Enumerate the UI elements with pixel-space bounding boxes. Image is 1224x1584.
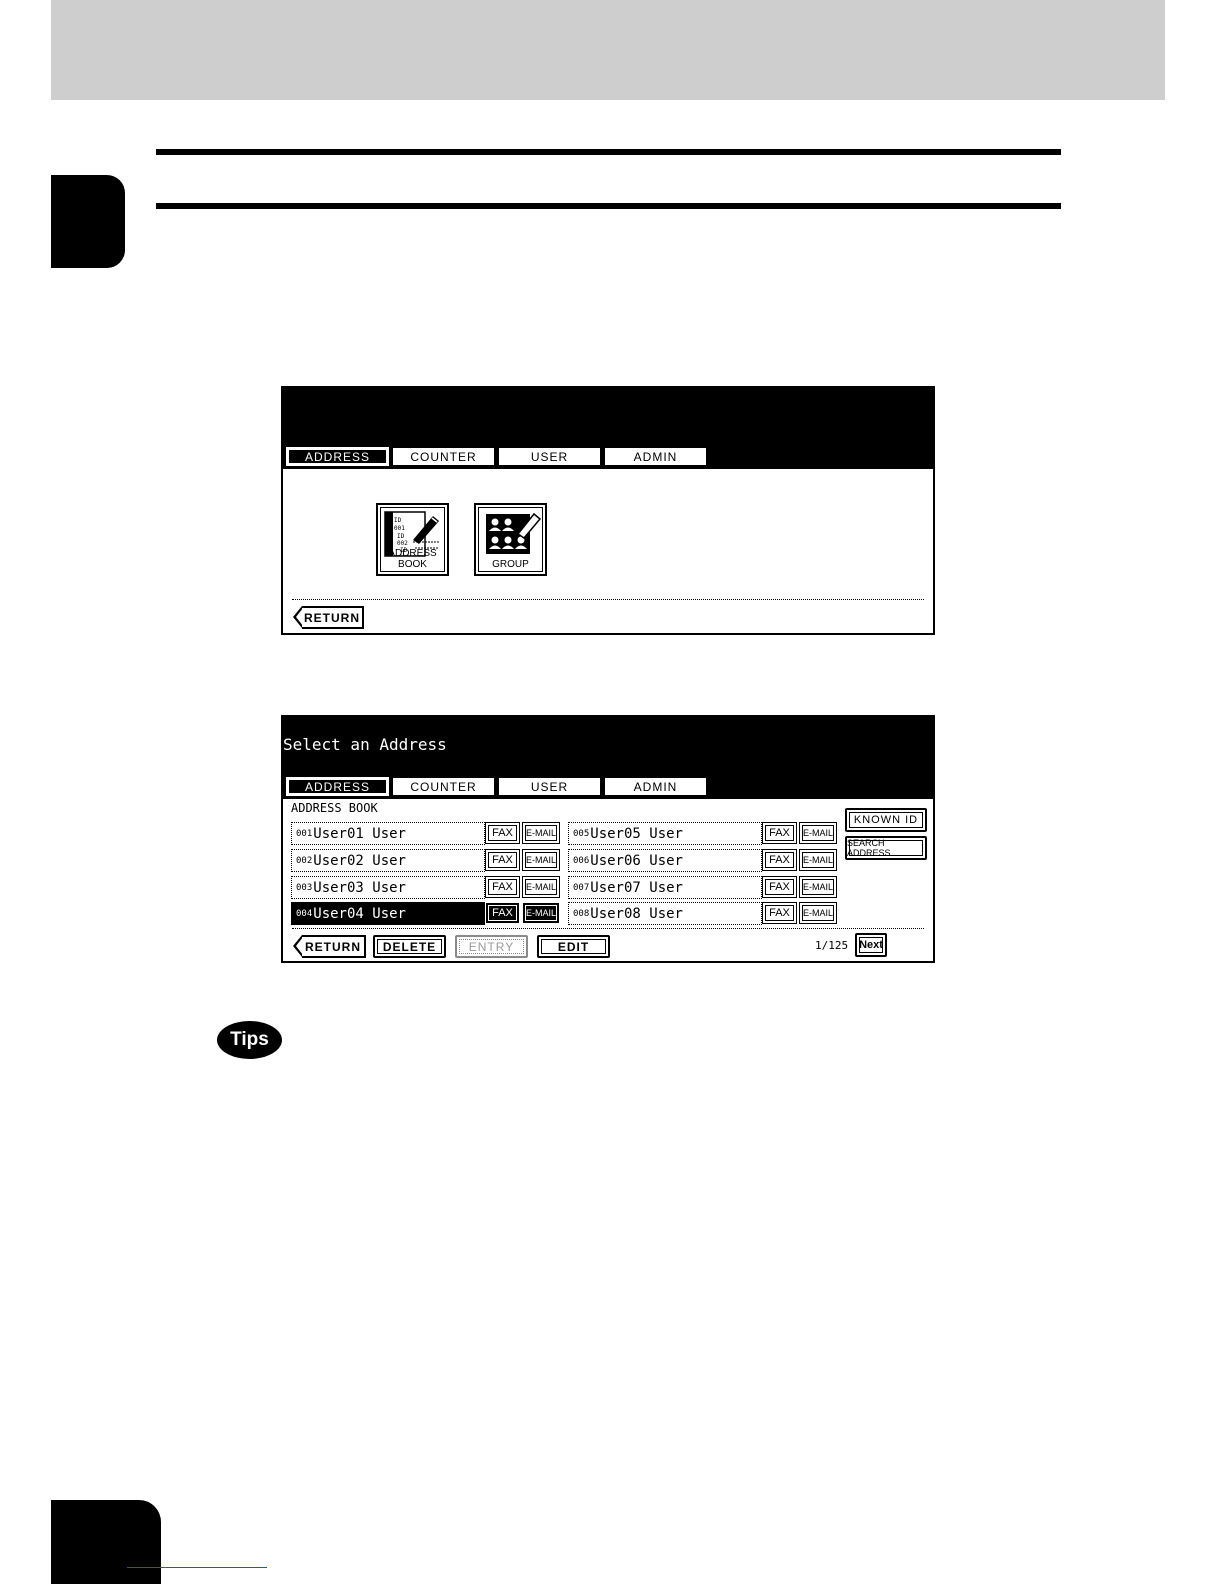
group-label: GROUP bbox=[492, 559, 529, 570]
next-label: Next bbox=[859, 939, 883, 951]
email-button[interactable]: E-MAIL bbox=[799, 902, 837, 924]
tab-counter[interactable]: COUNTER bbox=[392, 447, 495, 466]
address-book-label: ADDRESS BOOK bbox=[388, 548, 437, 570]
title-rule-top bbox=[156, 149, 1061, 155]
tab-bar: ADDRESS COUNTER USER ADMIN bbox=[286, 777, 707, 796]
search-address-button[interactable]: SEARCH ADDRESS bbox=[845, 836, 927, 860]
email-button[interactable]: E-MAIL bbox=[522, 849, 560, 871]
page-header-band bbox=[51, 0, 1165, 100]
touch-panel-address-list: Select an Address ADDRESS COUNTER USER A… bbox=[281, 715, 935, 963]
tab-bar: ADDRESS COUNTER USER ADMIN bbox=[286, 447, 707, 466]
entry-button[interactable]: ENTRY bbox=[455, 935, 528, 958]
page-indicator: 1/125 bbox=[815, 939, 849, 952]
svg-text:ID: ID bbox=[397, 533, 405, 540]
address-entry[interactable]: 008 User08 User bbox=[568, 902, 762, 925]
tab-admin[interactable]: ADMIN bbox=[604, 777, 707, 796]
fax-button[interactable]: FAX bbox=[485, 876, 520, 898]
panel-title: Select an Address bbox=[283, 735, 447, 754]
return-button[interactable]: RETURN bbox=[293, 935, 366, 958]
edit-button[interactable]: EDIT bbox=[537, 935, 610, 958]
address-entry[interactable]: 005 User05 User bbox=[568, 822, 762, 845]
fax-button[interactable]: FAX bbox=[762, 849, 797, 871]
return-label: RETURN bbox=[305, 939, 361, 954]
address-entry[interactable]: 001 User01 User bbox=[291, 822, 485, 845]
address-entry[interactable]: 003 User03 User bbox=[291, 876, 485, 899]
address-book-button[interactable]: ID 001 ID 002 ID ADDRESS BOOK bbox=[376, 503, 449, 576]
fax-button[interactable]: FAX bbox=[485, 822, 520, 844]
address-entry[interactable]: 007 User07 User bbox=[568, 876, 762, 899]
section-label: ADDRESS BOOK bbox=[291, 801, 378, 815]
address-entry-selected[interactable]: 004 User04 User bbox=[291, 902, 485, 925]
tab-address[interactable]: ADDRESS bbox=[286, 447, 389, 466]
touch-panel-menu: ADDRESS COUNTER USER ADMIN ID 001 ID 002… bbox=[281, 386, 935, 635]
email-button[interactable]: E-MAIL bbox=[799, 876, 837, 898]
panel-divider bbox=[292, 928, 924, 929]
fax-button-selected[interactable]: FAX bbox=[485, 902, 520, 924]
known-id-button[interactable]: KNOWN ID bbox=[845, 808, 927, 832]
panel-divider bbox=[292, 599, 924, 600]
email-button[interactable]: E-MAIL bbox=[522, 876, 560, 898]
group-button[interactable]: GROUP bbox=[474, 503, 547, 576]
title-rule-bottom bbox=[156, 203, 1061, 209]
tab-address[interactable]: ADDRESS bbox=[286, 777, 389, 796]
fax-button[interactable]: FAX bbox=[762, 902, 797, 924]
address-entry[interactable]: 002 User02 User bbox=[291, 849, 485, 872]
tips-badge: Tips bbox=[217, 1021, 282, 1059]
email-button-selected[interactable]: E-MAIL bbox=[522, 902, 560, 924]
email-button[interactable]: E-MAIL bbox=[799, 849, 837, 871]
fax-button[interactable]: FAX bbox=[485, 849, 520, 871]
next-button[interactable]: Next bbox=[855, 933, 887, 957]
svg-text:ID: ID bbox=[394, 517, 402, 524]
tab-counter[interactable]: COUNTER bbox=[392, 777, 495, 796]
return-button[interactable]: RETURN bbox=[293, 606, 364, 629]
tab-user[interactable]: USER bbox=[498, 447, 601, 466]
tab-user[interactable]: USER bbox=[498, 777, 601, 796]
group-icon bbox=[486, 512, 542, 554]
address-entry[interactable]: 006 User06 User bbox=[568, 849, 762, 872]
footer-link-underline bbox=[127, 1567, 267, 1568]
fax-button[interactable]: FAX bbox=[762, 876, 797, 898]
email-button[interactable]: E-MAIL bbox=[522, 822, 560, 844]
return-label: RETURN bbox=[304, 610, 360, 625]
fax-button[interactable]: FAX bbox=[762, 822, 797, 844]
email-button[interactable]: E-MAIL bbox=[799, 822, 837, 844]
svg-text:001: 001 bbox=[394, 525, 405, 532]
svg-text:002: 002 bbox=[397, 540, 408, 547]
page-number-tab bbox=[51, 1500, 161, 1584]
chapter-tab bbox=[51, 175, 125, 268]
tab-admin[interactable]: ADMIN bbox=[604, 447, 707, 466]
delete-button[interactable]: DELETE bbox=[373, 935, 446, 958]
